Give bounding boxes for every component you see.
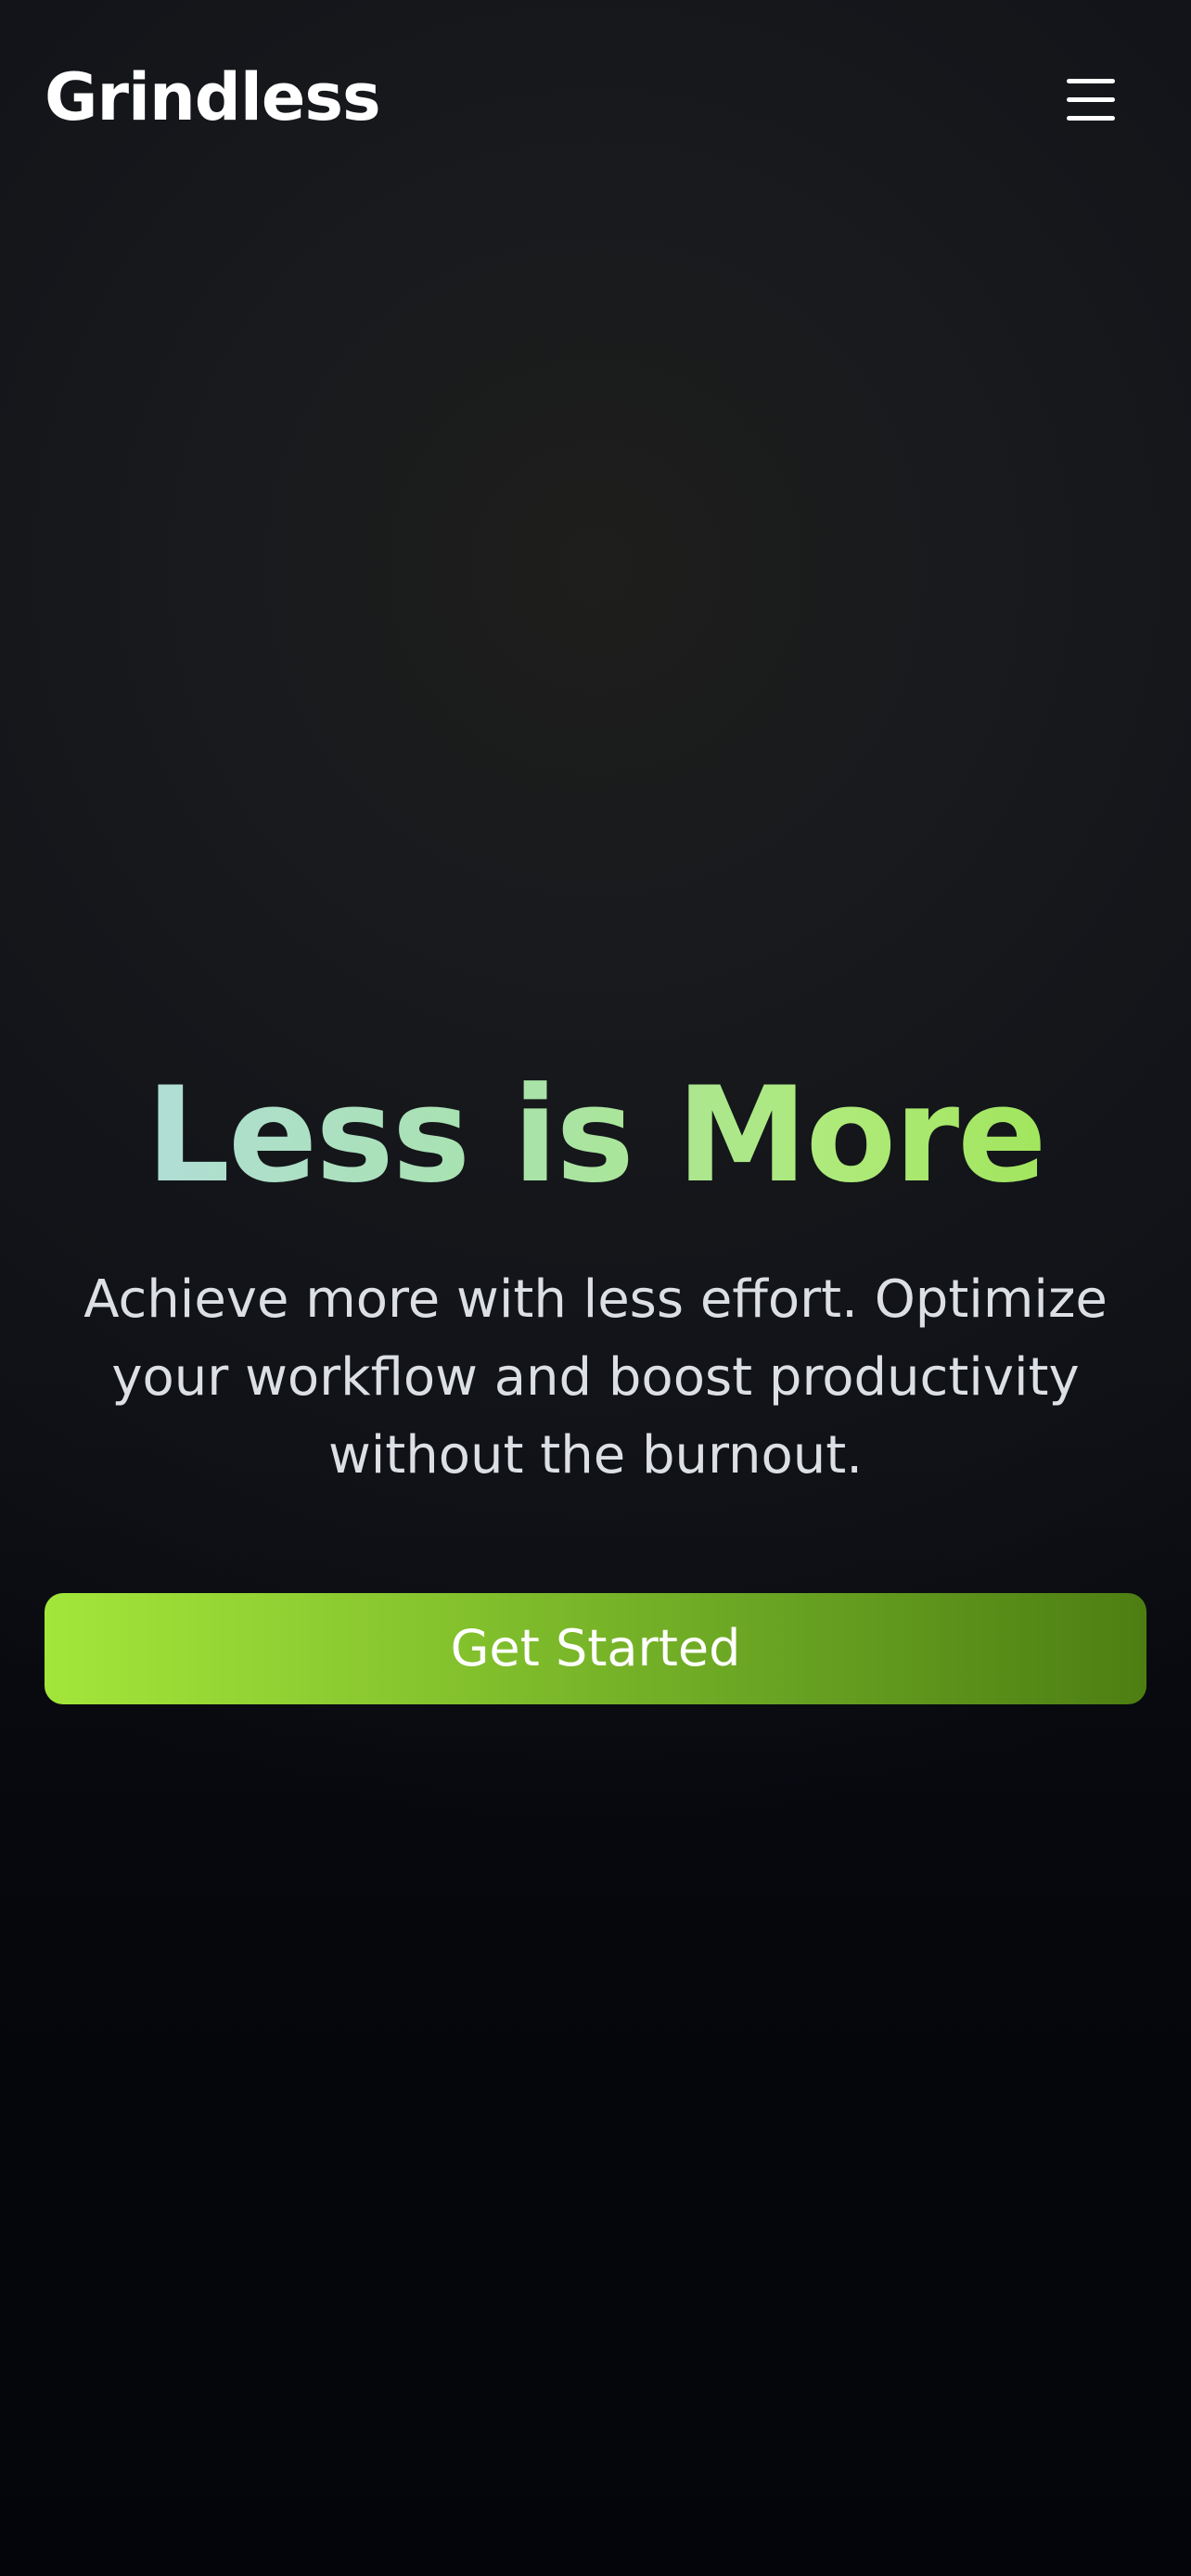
hero-section: Less is More Achieve more with less effo… — [0, 1057, 1191, 1495]
menu-icon-bar-bottom — [1067, 116, 1115, 121]
menu-button[interactable] — [1048, 63, 1133, 137]
get-started-button[interactable]: Get Started — [45, 1593, 1146, 1704]
hero-subtitle: Achieve more with less effort. Optimize … — [83, 1269, 1108, 1486]
brand-logo[interactable]: Grindless — [45, 56, 381, 139]
top-header: Grindless — [0, 0, 1191, 199]
app-screen: Grindless Less is More Achieve more with… — [0, 0, 1191, 2576]
menu-icon-bar-top — [1067, 79, 1115, 83]
menu-icon-bar-middle — [1067, 97, 1115, 102]
hero-title: Less is More — [0, 1057, 1191, 1215]
